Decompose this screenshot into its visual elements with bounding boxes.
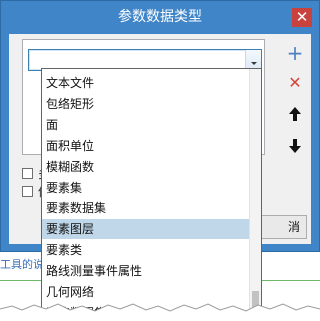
dropdown-item[interactable]: 面 <box>42 115 249 135</box>
move-down-icon[interactable] <box>286 138 304 156</box>
dropdown-item[interactable]: 模糊函数 <box>42 157 249 177</box>
dropdown-item[interactable]: 文本文件 <box>42 73 249 93</box>
value-table-checkbox[interactable] <box>22 186 33 197</box>
torn-edge-decoration <box>0 303 320 321</box>
dropdown-item[interactable]: 包络矩形 <box>42 94 249 114</box>
dropdown-item[interactable]: 要素数据集 <box>42 198 249 218</box>
dropdown-item[interactable]: 要素集 <box>42 178 249 198</box>
chevron-down-icon <box>250 62 257 65</box>
add-icon[interactable]: + <box>286 43 304 63</box>
move-up-icon[interactable] <box>286 106 304 124</box>
multivalue-checkbox[interactable] <box>22 168 33 179</box>
dropdown-item[interactable]: 路线测量事件属性 <box>42 261 249 281</box>
background-text: 工具的说 <box>0 258 44 271</box>
datatype-dropdown-list[interactable]: 文本文件 包络矩形面面积单位 模糊函数 要素集 要素数据集 要素图层 要素类 路线测量事件属性… <box>41 68 262 321</box>
combobox-dropdown-button[interactable] <box>245 50 261 70</box>
dialog-title: 参数数据类型 <box>118 9 202 25</box>
dropdown-item[interactable]: 面积单位 <box>42 136 249 156</box>
dropdown-scrollbar[interactable] <box>249 69 261 320</box>
dropdown-item[interactable]: 要素类 <box>42 240 249 260</box>
delete-icon[interactable]: ✕ <box>286 74 304 92</box>
dropdown-item[interactable]: 几何网络 <box>42 282 249 302</box>
close-button[interactable]: ✕ <box>292 8 312 27</box>
dropdown-item[interactable]: 要素图层 <box>42 219 249 240</box>
